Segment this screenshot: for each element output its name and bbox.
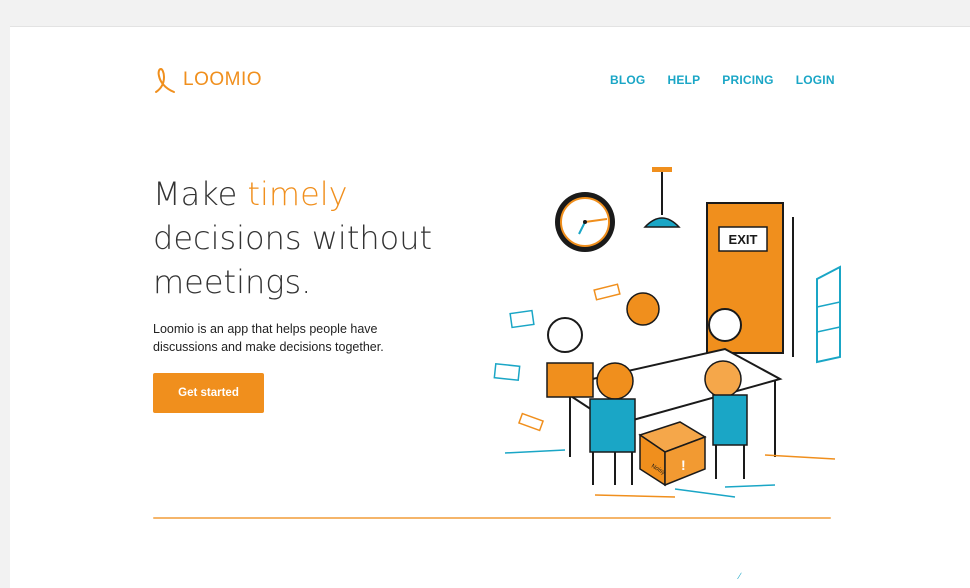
nav-blog[interactable]: BLOG bbox=[610, 73, 645, 87]
window-icon bbox=[816, 265, 841, 364]
meeting-illustration: EXIT Noisy ! bbox=[493, 167, 841, 498]
loomio-loop-icon bbox=[155, 67, 175, 93]
exit-sign-text: EXIT bbox=[729, 232, 758, 247]
scroll-hint-icon: ∕ bbox=[739, 571, 741, 581]
ceiling-lamp-icon bbox=[643, 167, 681, 228]
headline-part-2: decisions without meetings. bbox=[153, 219, 433, 301]
top-nav: BLOG HELP PRICING LOGIN bbox=[610, 73, 835, 87]
get-started-button[interactable]: Get started bbox=[153, 373, 264, 413]
nav-login[interactable]: LOGIN bbox=[796, 73, 835, 87]
hero-subtext: Loomio is an app that helps people have … bbox=[153, 322, 384, 354]
nav-help[interactable]: HELP bbox=[667, 73, 700, 87]
brand-name: LOOMIO bbox=[183, 69, 263, 90]
landing-page: LOOMIO BLOG HELP PRICING LOGIN Make time… bbox=[10, 27, 970, 588]
logo-link[interactable]: LOOMIO bbox=[153, 64, 262, 96]
nav-pricing[interactable]: PRICING bbox=[722, 73, 773, 87]
browser-left-gutter bbox=[0, 26, 10, 588]
headline-part-1: Make bbox=[153, 175, 248, 213]
hero-headline: Make timely decisions without meetings. bbox=[153, 172, 453, 304]
box-icon: Noisy ! bbox=[638, 421, 707, 487]
headline-accent: timely bbox=[247, 175, 348, 213]
box-exclamation: ! bbox=[681, 457, 686, 473]
browser-top-bar bbox=[0, 0, 970, 27]
section-divider bbox=[153, 517, 831, 519]
wall-clock-icon bbox=[555, 192, 615, 252]
